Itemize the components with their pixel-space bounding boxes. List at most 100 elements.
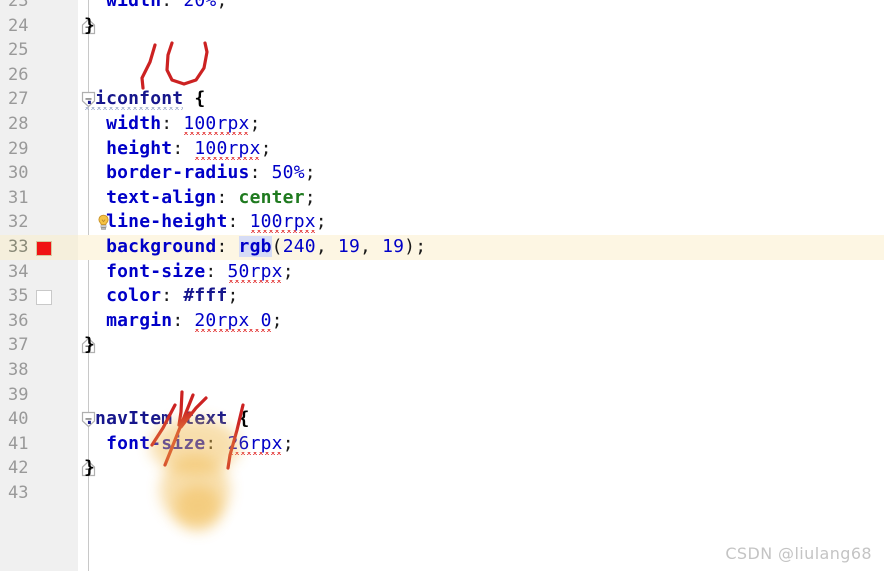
code-text[interactable]: width: 100rpx; <box>84 112 261 137</box>
token: } <box>84 334 96 356</box>
token: 20rpx 0 <box>194 309 272 331</box>
code-line[interactable]: 40 .navItem text { <box>0 407 884 432</box>
token: height <box>106 137 173 159</box>
code-line[interactable]: 42} <box>0 456 884 481</box>
token: color <box>106 285 162 307</box>
code-text[interactable]: text-align: center; <box>84 186 316 211</box>
code-line[interactable]: 33 background: rgb(240, 19, 19); <box>0 235 884 260</box>
code-text[interactable]: } <box>84 14 95 39</box>
code-line[interactable]: 35 color: #fff; <box>0 284 884 309</box>
token: : <box>172 137 195 159</box>
code-line[interactable]: 27 .iconfont { <box>0 87 884 112</box>
code-text[interactable]: .iconfont { <box>84 87 205 112</box>
token: 19 <box>337 236 360 257</box>
code-line[interactable]: 32 line-height: 100rpx; <box>0 210 884 235</box>
code-line[interactable]: 25 <box>0 38 884 63</box>
token: margin <box>106 309 173 331</box>
code-line[interactable]: 31 text-align: center; <box>0 186 884 211</box>
token: 100rpx <box>194 137 261 159</box>
line-number: 39 <box>8 384 29 405</box>
code-text[interactable]: margin: 20rpx 0; <box>84 309 283 334</box>
token: 100rpx <box>249 211 316 233</box>
code-text[interactable]: background: rgb(240, 19, 19); <box>84 235 426 260</box>
token: ; <box>304 186 316 208</box>
token: : <box>161 285 184 307</box>
token: 100rpx <box>183 113 250 134</box>
line-number: 31 <box>8 187 29 208</box>
token: text-align <box>106 186 217 208</box>
code-line[interactable]: 23 width: 20%; <box>0 0 884 14</box>
token: 240 <box>282 236 316 257</box>
token: ; <box>260 137 272 159</box>
code-line[interactable]: 38 <box>0 358 884 383</box>
code-line[interactable]: 28 width: 100rpx; <box>0 112 884 137</box>
line-number: 37 <box>8 335 29 356</box>
code-line[interactable]: 43 <box>0 481 884 506</box>
color-swatch-white[interactable] <box>36 290 52 306</box>
token: ; <box>271 309 283 331</box>
token: 20% <box>183 0 217 11</box>
code-text[interactable]: line-height: 100rpx; <box>84 210 327 235</box>
line-number: 24 <box>8 15 29 36</box>
code-line[interactable]: 29 height: 100rpx; <box>0 137 884 162</box>
code-text[interactable]: color: #fff; <box>84 284 239 309</box>
token: , <box>315 236 338 257</box>
code-text[interactable]: height: 100rpx; <box>84 137 272 162</box>
token: { <box>227 408 250 430</box>
line-number: 40 <box>8 409 29 430</box>
code-line[interactable]: 41 font-size: 26rpx; <box>0 432 884 457</box>
token: ; <box>227 285 239 307</box>
token: center <box>238 186 305 208</box>
code-text[interactable]: } <box>84 333 95 358</box>
code-line[interactable]: 24} <box>0 14 884 39</box>
line-number: 36 <box>8 310 29 331</box>
line-number: 28 <box>8 114 29 134</box>
line-number: 43 <box>8 483 29 503</box>
token: : <box>249 162 272 184</box>
line-number: 27 <box>8 89 29 110</box>
code-line[interactable]: 36 margin: 20rpx 0; <box>0 309 884 334</box>
code-editor[interactable]: 23 width: 20%; 24} 25 26 27 .iconfont {28 wid… <box>0 0 884 571</box>
token: ) <box>404 236 416 257</box>
token: } <box>84 457 96 479</box>
code-line[interactable]: 37} <box>0 333 884 358</box>
code-text[interactable]: width: 20%; <box>84 0 228 14</box>
token: .iconfont <box>84 88 184 110</box>
line-number: 26 <box>8 64 29 85</box>
token: ; <box>216 0 228 11</box>
code-line[interactable]: 30 border-radius: 50%; <box>0 161 884 186</box>
code-text[interactable]: font-size: 50rpx; <box>84 260 294 285</box>
token: ; <box>304 162 316 184</box>
line-number: 34 <box>8 261 29 282</box>
token: font-size <box>106 260 206 282</box>
watermark: CSDN @liulang68 <box>725 544 872 563</box>
color-swatch-red[interactable] <box>36 241 52 256</box>
code-line[interactable]: 26 <box>0 63 884 88</box>
code-text[interactable]: border-radius: 50%; <box>84 161 316 186</box>
line-number: 41 <box>8 433 29 454</box>
line-number: 32 <box>8 212 29 233</box>
code-line[interactable]: 34 font-size: 50rpx; <box>0 260 884 285</box>
code-text[interactable]: } <box>84 456 95 481</box>
token: rgb <box>238 236 272 257</box>
token: ; <box>282 260 294 282</box>
code-line[interactable]: 39 <box>0 383 884 408</box>
token: ; <box>315 211 327 233</box>
line-number: 23 <box>8 0 29 11</box>
line-number: 30 <box>8 163 29 184</box>
token: ; <box>249 113 261 134</box>
token: : <box>216 236 239 257</box>
token: background <box>106 236 217 257</box>
token: } <box>84 14 96 36</box>
token: width <box>106 0 162 11</box>
token: width <box>106 113 162 134</box>
line-number: 38 <box>8 360 29 380</box>
token: line-height <box>106 211 228 233</box>
